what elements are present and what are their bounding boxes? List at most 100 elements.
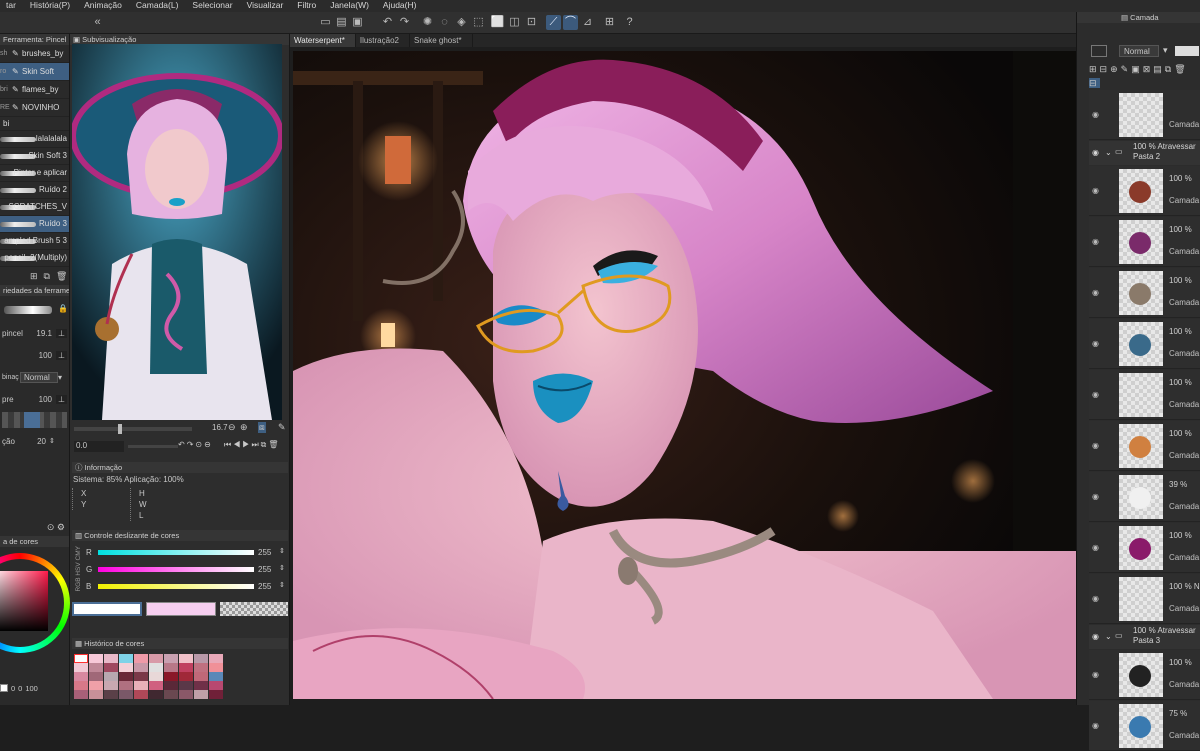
color-mode-tabs[interactable]: RGB HSV CMY: [73, 546, 82, 592]
history-swatch[interactable]: [149, 681, 163, 690]
channel-slider[interactable]: [98, 584, 254, 589]
delete-icon[interactable]: 🗑: [56, 271, 67, 282]
menu-item[interactable]: Camada(L): [130, 0, 187, 12]
layer-item[interactable]: ◉ 75 % Camada: [1089, 701, 1200, 751]
draft-icon[interactable]: ✎: [1121, 64, 1132, 74]
channel-value[interactable]: 255: [258, 582, 271, 591]
curve-snap-icon[interactable]: ⌒: [563, 15, 578, 30]
channel-value[interactable]: 255: [258, 565, 271, 574]
brush-preset[interactable]: pencil -2(Multiply): [0, 250, 69, 267]
history-swatch[interactable]: [194, 681, 208, 690]
redo-icon[interactable]: ↷: [397, 15, 412, 30]
eye-icon[interactable]: ◉: [1092, 441, 1102, 450]
opacity-row[interactable]: 100 ⊥: [0, 344, 69, 366]
new-file-icon[interactable]: ▭: [318, 15, 333, 30]
history-swatch[interactable]: [209, 663, 223, 672]
brush-preset[interactable]: Pintar e aplicar: [0, 165, 69, 182]
opacity-value[interactable]: 100: [22, 351, 52, 360]
history-swatch[interactable]: [104, 672, 118, 681]
eye-icon[interactable]: ◉: [1092, 632, 1099, 641]
history-swatch[interactable]: [164, 690, 178, 699]
sub-color-box[interactable]: [146, 602, 216, 616]
history-swatch[interactable]: [104, 663, 118, 672]
history-swatch[interactable]: [209, 672, 223, 681]
history-swatch[interactable]: [164, 654, 178, 663]
layer-item[interactable]: ◉ 100 % Camada: [1089, 523, 1200, 573]
history-swatch[interactable]: [134, 681, 148, 690]
special-ruler-icon[interactable]: ⊿: [580, 15, 595, 30]
document-tab[interactable]: Snake ghost*: [410, 34, 473, 47]
document-tab[interactable]: Ilustração2: [356, 34, 410, 47]
ref-layer-icon[interactable]: ⊕: [1110, 64, 1121, 74]
mask-icon[interactable]: ▣: [1131, 64, 1143, 74]
brush-preset[interactable]: Skin Soft 3: [0, 148, 69, 165]
channel-slider[interactable]: [98, 567, 254, 572]
nav-icons[interactable]: ⏮◀▶⏭⧉🗑: [224, 440, 281, 450]
history-swatch[interactable]: [89, 690, 103, 699]
history-swatch[interactable]: [74, 654, 88, 663]
layer-color-icon[interactable]: [1091, 45, 1107, 57]
rotation-value[interactable]: 0.0: [74, 441, 124, 452]
history-swatch[interactable]: [209, 681, 223, 690]
eye-icon[interactable]: ◉: [1092, 339, 1102, 348]
stabilization-value[interactable]: 20: [24, 437, 46, 446]
main-color-swatch[interactable]: [0, 684, 8, 692]
history-swatch[interactable]: [179, 681, 193, 690]
density-dropdown-icon[interactable]: ⊥: [56, 394, 67, 404]
mode-rgb[interactable]: RGB: [75, 577, 82, 591]
ruler-snap-icon[interactable]: ⟋: [546, 15, 561, 30]
fit-icon[interactable]: ⧈: [258, 422, 266, 433]
loading-icon[interactable]: ✺: [420, 15, 435, 30]
opacity-slider[interactable]: [1175, 46, 1199, 56]
ruler-icon[interactable]: ⊠: [1143, 64, 1154, 74]
stepper-icon[interactable]: ⇕: [49, 437, 55, 445]
brush-preset[interactable]: lalalalala: [0, 131, 69, 148]
layer-item[interactable]: ◉ 100 % No Camada: [1089, 574, 1200, 624]
open-file-icon[interactable]: ▤: [334, 15, 349, 30]
eye-icon[interactable]: ◉: [1092, 390, 1102, 399]
stepper-icon[interactable]: ⇕: [279, 581, 285, 589]
save-icon[interactable]: ▣: [350, 15, 365, 30]
density-row[interactable]: pre 100 ⊥: [0, 388, 69, 410]
density-value[interactable]: 100: [22, 395, 52, 404]
menu-item[interactable]: tar: [0, 0, 24, 12]
history-swatch[interactable]: [149, 654, 163, 663]
eye-icon[interactable]: ◉: [1092, 670, 1102, 679]
color-wheel[interactable]: [0, 547, 70, 667]
brush-tip-slider[interactable]: [2, 412, 67, 428]
transparent-color-box[interactable]: [220, 602, 288, 616]
main-canvas[interactable]: [293, 51, 1076, 699]
chevron-down-icon[interactable]: ⌄: [1105, 632, 1112, 641]
history-swatch[interactable]: [74, 681, 88, 690]
history-swatch[interactable]: [149, 663, 163, 672]
size-dropdown-icon[interactable]: ⊥: [56, 328, 67, 338]
mode-cmy[interactable]: CMY: [75, 546, 82, 560]
history-swatch[interactable]: [164, 672, 178, 681]
menu-item[interactable]: História(P): [24, 0, 78, 12]
invert-selection-icon[interactable]: ◫: [507, 15, 522, 30]
eye-icon[interactable]: ◉: [1092, 288, 1102, 297]
add-icon[interactable]: ⊞: [30, 271, 38, 282]
stepper-icon[interactable]: ⇕: [279, 547, 285, 555]
clip-icon[interactable]: ⊟: [1100, 64, 1111, 74]
menu-item[interactable]: Animação: [78, 0, 130, 12]
history-swatch[interactable]: [89, 663, 103, 672]
layer-item[interactable]: ◉ 39 % Camada: [1089, 472, 1200, 522]
sub-tool-item[interactable]: bri ✎ flames_by: [0, 81, 69, 99]
history-swatch[interactable]: [119, 681, 133, 690]
brush-preset[interactable]: ampled Brush 5 3: [0, 233, 69, 250]
wrench-icon[interactable]: ⚙: [57, 522, 65, 532]
rotate-icons[interactable]: ↶↷⊙⊖: [178, 440, 213, 449]
history-swatch[interactable]: [164, 681, 178, 690]
layer-item[interactable]: ◉ 100 % Camada: [1089, 319, 1200, 369]
history-swatch[interactable]: [194, 663, 208, 672]
history-swatch[interactable]: [134, 663, 148, 672]
chevron-left-icon[interactable]: «: [90, 15, 105, 30]
layer-item[interactable]: ◉ 100 % Camada: [1089, 370, 1200, 420]
menu-item[interactable]: Ajuda(H): [377, 0, 425, 12]
history-swatch[interactable]: [134, 654, 148, 663]
undo-icon[interactable]: ↶: [380, 15, 395, 30]
channel-value[interactable]: 255: [258, 548, 271, 557]
layer-item[interactable]: ◉ Camada: [1089, 90, 1200, 140]
layer-item[interactable]: ◉ 100 % Camada: [1089, 650, 1200, 700]
